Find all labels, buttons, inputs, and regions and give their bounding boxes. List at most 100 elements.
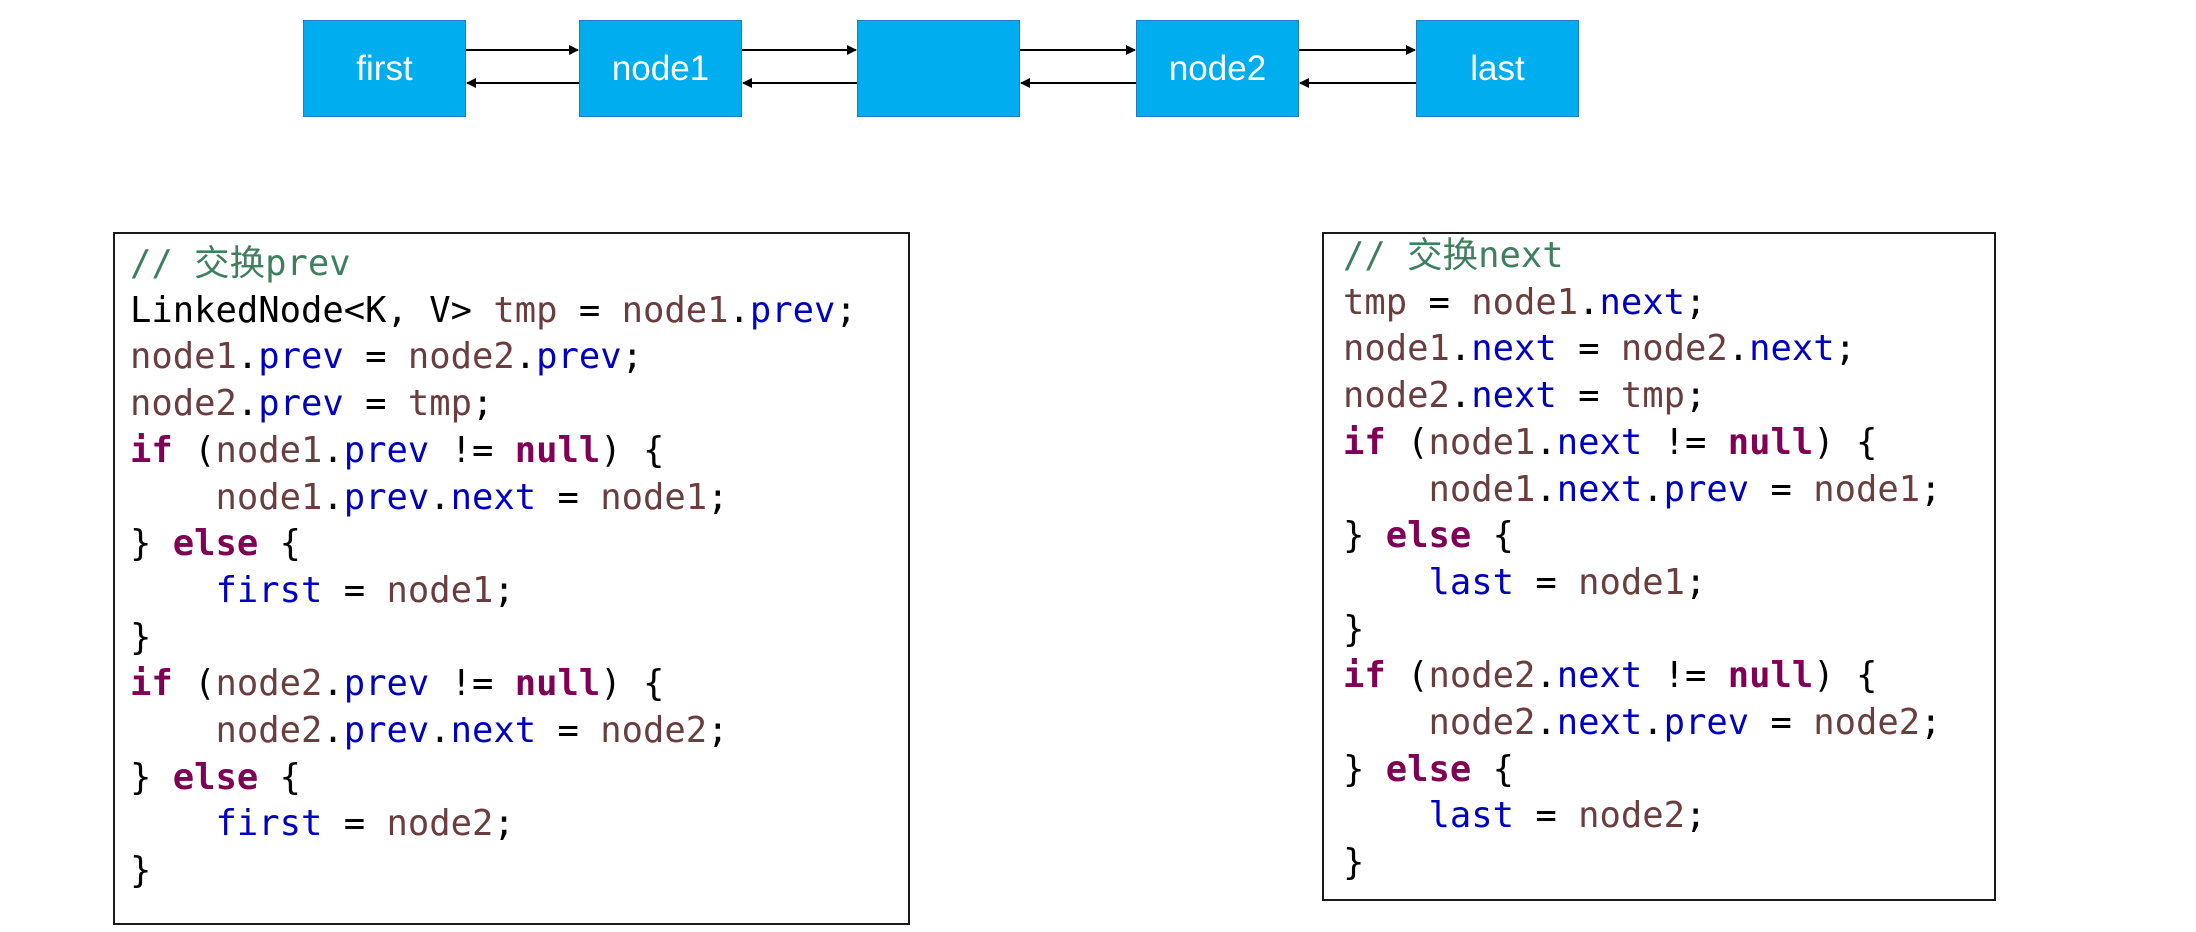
code-token: node2 <box>130 383 237 425</box>
code-token: else <box>1385 748 1472 790</box>
code-token: if <box>130 663 173 705</box>
code-token: . <box>322 429 344 471</box>
code-token: prev <box>258 383 344 425</box>
code-token: node1 <box>1471 281 1579 323</box>
code-token: } <box>130 756 173 798</box>
code-token: next <box>450 476 537 518</box>
code-token: node1 <box>1428 421 1536 463</box>
code-line: node1.prev.next = node1; <box>130 475 857 522</box>
code-line: first = node2; <box>130 801 857 848</box>
code-token: { <box>1471 748 1514 790</box>
code-token: else <box>1385 515 1472 557</box>
code-line: node2.prev.next = node2; <box>130 708 857 755</box>
code-line: if (node2.prev != null) { <box>130 661 857 708</box>
code-token: 交换 <box>1407 235 1479 276</box>
code-swap-next: // 交换next tmp = node1.next; node1.next = n… <box>1343 233 1942 887</box>
code-token: node1 <box>130 336 237 378</box>
code-line: last = node1; <box>1343 560 1942 607</box>
code-token: ) { <box>600 663 665 705</box>
link-arrows <box>466 45 1416 88</box>
code-token: next <box>1556 702 1643 744</box>
code-token: } <box>1343 842 1365 884</box>
code-token: next <box>450 710 537 752</box>
code-token: . <box>1578 281 1600 323</box>
code-line: first = node1; <box>130 568 857 615</box>
code-token: ( <box>1385 655 1429 697</box>
code-token: ; <box>472 383 494 425</box>
code-token: prev <box>536 336 622 378</box>
code-token: . <box>322 476 344 518</box>
code-line: node1.next = node2.next; <box>1343 326 1942 373</box>
code-token: next <box>1556 421 1643 463</box>
code-token: . <box>728 289 750 331</box>
code-token: . <box>322 710 344 752</box>
code-token: node1 <box>1343 328 1450 370</box>
code-token: = <box>1407 281 1472 323</box>
code-token: first <box>215 569 323 611</box>
code-token: ; <box>493 803 515 845</box>
code-token: ; <box>707 710 729 752</box>
code-token: node1 <box>215 429 323 471</box>
code-token: ; <box>493 569 515 611</box>
code-token: node2 <box>1620 328 1728 370</box>
code-token: . <box>1642 702 1664 744</box>
code-token: prev <box>258 336 344 378</box>
code-line: LinkedNode<K, V> tmp = node1.prev; <box>130 288 857 335</box>
code-line: if (node2.next != null) { <box>1343 653 1942 700</box>
code-token: = <box>1514 795 1579 837</box>
code-line: } else { <box>1343 513 1942 560</box>
code-line: } <box>1343 607 1942 654</box>
code-line: if (node1.next != null) { <box>1343 420 1942 467</box>
code-token: prev <box>749 289 836 331</box>
code-token: ; <box>835 289 857 331</box>
code-line: node1.next.prev = node1; <box>1343 467 1942 514</box>
code-token: = <box>1749 468 1814 510</box>
code-token: ; <box>707 476 729 518</box>
code-token: else <box>172 523 259 565</box>
code-token: else <box>172 756 259 798</box>
code-token: node2 <box>215 710 323 752</box>
code-token: . <box>236 336 259 378</box>
code-token: if <box>1343 655 1386 697</box>
code-token: { <box>258 523 301 565</box>
code-token: ( <box>1385 421 1429 463</box>
code-token: node2 <box>407 336 515 378</box>
code-token: tmp <box>1620 375 1685 417</box>
code-line: node1.prev = node2.prev; <box>130 334 857 381</box>
code-token: ) { <box>1813 421 1878 463</box>
code-token: } <box>130 523 173 565</box>
code-line: node2.prev = tmp; <box>130 381 857 428</box>
code-token: } <box>1343 748 1386 790</box>
code-token: } <box>1343 608 1365 650</box>
code-token: tmp <box>493 289 558 331</box>
code-line: } <box>1343 840 1942 887</box>
code-token: . <box>1449 328 1472 370</box>
code-token: ) { <box>600 429 665 471</box>
code-token: next <box>1471 328 1557 370</box>
code-token: node1 <box>386 569 494 611</box>
code-token: ; <box>1920 702 1942 744</box>
code-token: = <box>536 710 601 752</box>
code-token: . <box>514 336 537 378</box>
code-token: prev <box>343 429 430 471</box>
code-line: } else { <box>130 521 857 568</box>
code-token: = <box>343 336 408 378</box>
code-token: } <box>1343 515 1386 557</box>
code-token: = <box>1556 328 1621 370</box>
code-swap-prev: // 交换prev LinkedNode<K, V> tmp = node1.pr… <box>130 241 857 895</box>
code-token: . <box>1535 468 1557 510</box>
code-token: != <box>1642 421 1728 463</box>
code-token: ; <box>621 336 643 378</box>
code-token: node2 <box>1343 375 1450 417</box>
code-token: LinkedNode<K, V> <box>130 289 494 331</box>
code-token: node1 <box>621 289 729 331</box>
code-token: . <box>1727 328 1750 370</box>
code-token: = <box>536 476 601 518</box>
code-token: prev <box>343 663 430 705</box>
code-line: // 交换prev <box>130 241 857 288</box>
code-token: node2 <box>1428 702 1536 744</box>
code-line: } <box>130 848 857 895</box>
